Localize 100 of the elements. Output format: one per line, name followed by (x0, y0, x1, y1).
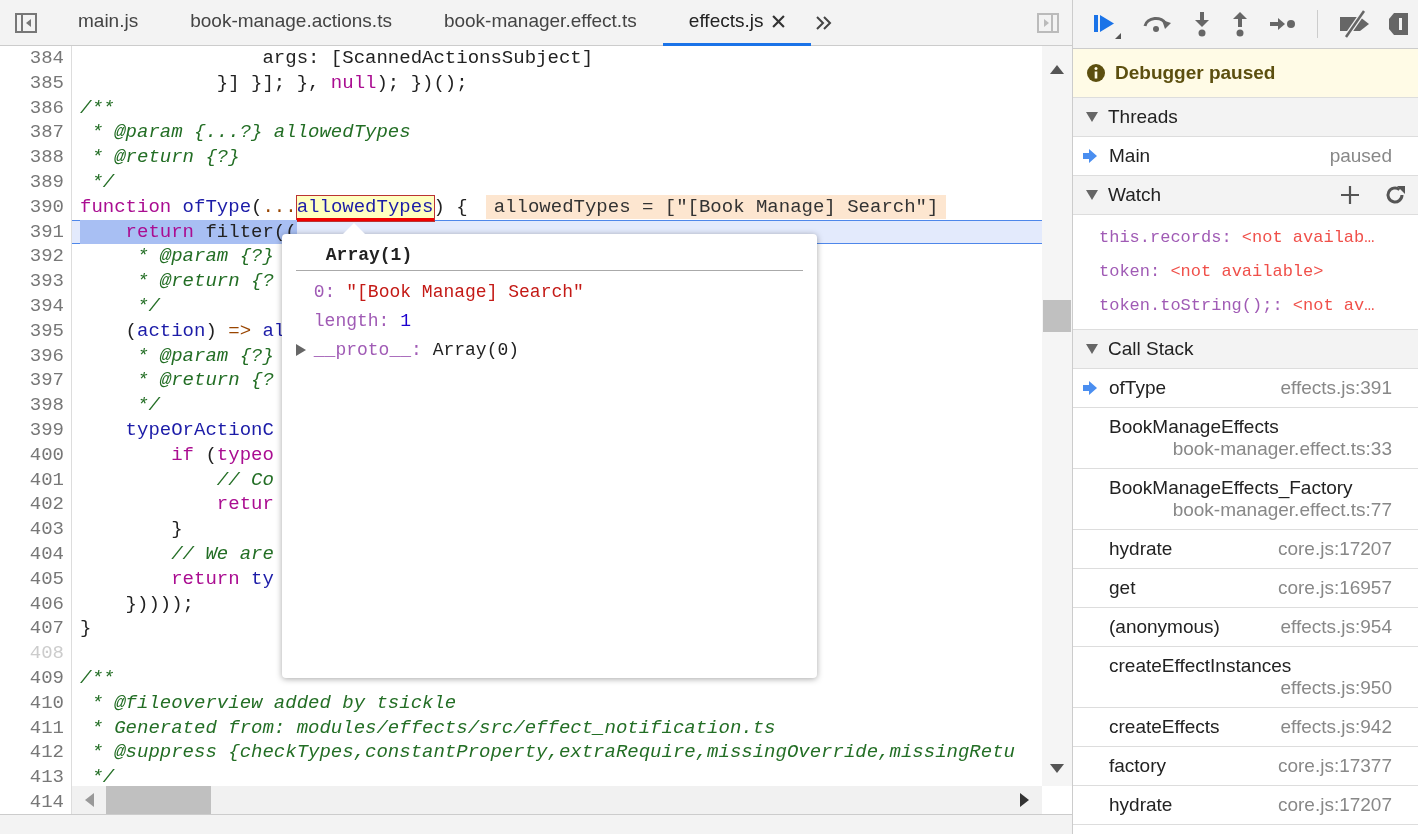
property-entry: 0: "[Book Manage] Search" (313, 281, 584, 302)
stack-frame-name[interactable]: factory (1109, 755, 1167, 777)
stack-frame-name[interactable]: hydrate (1109, 538, 1173, 560)
line-number: 405 (28, 566, 65, 592)
code-line: })))); (124, 591, 195, 617)
line-number: 404 (28, 541, 65, 567)
code-line: */ (90, 765, 115, 786)
watch-expression[interactable]: token.toString();: <not av… (1073, 289, 1418, 323)
file-tab[interactable]: main.js (52, 0, 165, 46)
code-line: * @return {?} (90, 145, 240, 170)
property-entry: __proto__: Array(0) (313, 339, 520, 360)
section-header[interactable]: Call Stack (1073, 330, 1418, 369)
line-number: 409 (28, 665, 65, 691)
stack-frame-name[interactable]: get (1109, 577, 1136, 599)
stack-frame-location[interactable]: core.js:17207 (1253, 794, 1392, 816)
line-number: 386 (28, 95, 65, 121)
stack-frame-location[interactable]: core.js:17377 (1253, 755, 1392, 777)
scroll-down-icon[interactable] (1050, 764, 1064, 774)
toggle-navigator-icon[interactable] (14, 10, 38, 35)
step-out-icon[interactable] (1231, 11, 1249, 37)
add-icon[interactable] (1340, 185, 1360, 205)
line-number: 384 (28, 46, 65, 71)
code-line: } (170, 517, 183, 542)
code-line: /** (80, 665, 115, 691)
code-line: /** (80, 95, 115, 121)
line-number: 398 (28, 393, 65, 418)
line-number: 387 (28, 120, 65, 146)
line-number: 400 (28, 442, 65, 468)
line-number: 411 (28, 715, 65, 741)
line-number: 392 (28, 244, 65, 270)
line-number: 399 (28, 417, 65, 443)
stack-frame-name[interactable]: (anonymous) (1109, 616, 1220, 638)
stack-frame-name[interactable]: hydrate (1109, 794, 1173, 816)
toggle-debugger-icon[interactable] (1036, 10, 1060, 35)
stack-frame-location[interactable]: effects.js:942 (1256, 716, 1392, 738)
line-number: 393 (28, 269, 65, 294)
line-number: 413 (28, 765, 65, 790)
popover-title: Array(1) (324, 244, 414, 267)
paused-message: Debugger paused (1115, 62, 1276, 84)
code-line: }] }]; }, null); })(); (215, 70, 468, 96)
code-line: if (typeo (170, 442, 274, 468)
line-number: 388 (28, 145, 65, 170)
scroll-right-icon[interactable] (1020, 793, 1030, 807)
line-number: 395 (28, 318, 65, 344)
line-number: 391 (28, 219, 65, 245)
code-line: } (80, 616, 92, 642)
property-entry: length: 1 (313, 310, 412, 331)
code-line: */ (136, 293, 160, 319)
section-header[interactable]: Watch (1073, 176, 1418, 215)
expand-icon[interactable] (1086, 112, 1098, 122)
scrollbar-thumb[interactable] (106, 786, 211, 814)
more-tabs-icon[interactable] (814, 14, 833, 31)
code-line: typeOrActionC (124, 417, 274, 443)
expand-icon[interactable] (295, 343, 306, 356)
line-number: 397 (28, 368, 65, 394)
inline-value: allowedTypes = ["[Book Manage] Search"] (485, 195, 947, 220)
code-line: * @suppress {checkTypes,constantProperty,extraRequire,missingOverride,missingRetu (90, 740, 1015, 766)
stack-frame-location[interactable]: effects.js:954 (1256, 616, 1392, 638)
stack-frame-name[interactable]: BookManageEffects_Factory (1109, 477, 1353, 499)
line-number: 385 (28, 70, 65, 96)
code-line: * @param {...?} allowedTypes (90, 120, 411, 146)
line-number: 406 (28, 591, 65, 617)
code-line: * Generated from: modules/effects/src/effect_notification.ts (90, 715, 776, 741)
step-icon[interactable] (1269, 16, 1297, 32)
file-tab[interactable]: book-manager.effect.ts (417, 0, 663, 46)
close-icon[interactable] (771, 14, 785, 28)
code-line: // Co (215, 467, 274, 493)
line-number: 412 (28, 740, 65, 766)
expand-icon[interactable] (1086, 190, 1098, 200)
stack-frame-name[interactable]: createEffects (1109, 716, 1220, 738)
scrollbar-thumb[interactable] (1043, 300, 1071, 332)
code-line: * @param {?} (136, 244, 274, 270)
section-header[interactable]: Threads (1073, 98, 1418, 137)
stack-frame-location[interactable]: effects.js:950 (1256, 677, 1392, 699)
code-line: function ofType(...allowedTypes) { (80, 194, 468, 220)
stack-frame-location[interactable]: book-manager.effect.ts:77 (1148, 499, 1392, 521)
line-number: 396 (28, 343, 65, 369)
code-line: args: [ScannedActionsSubject] (261, 46, 594, 71)
code-line: // We are (170, 541, 274, 567)
expand-icon[interactable] (1086, 344, 1098, 354)
refresh-icon[interactable] (1384, 184, 1406, 206)
watch-expression[interactable]: this.records: <not availab… (1073, 221, 1418, 255)
watch-expression[interactable]: token: <not available> (1073, 255, 1418, 289)
line-number: 410 (28, 690, 65, 716)
stack-frame-location[interactable]: effects.js:391 (1256, 377, 1392, 399)
code-line: return ty (170, 566, 274, 592)
code-line: */ (136, 393, 160, 418)
scroll-up-icon[interactable] (1050, 64, 1064, 74)
file-tab[interactable]: book-manage.actions.ts (164, 0, 418, 46)
stack-frame-name[interactable]: createEffectInstances (1109, 655, 1292, 677)
stack-frame-name[interactable]: ofType (1109, 377, 1167, 399)
code-line: */ (90, 170, 115, 195)
step-into-icon[interactable] (1193, 11, 1211, 37)
stack-frame-location[interactable]: core.js:16957 (1253, 577, 1392, 599)
code-line: * @return {? (136, 269, 274, 294)
stack-frame-location[interactable]: core.js:17207 (1253, 538, 1392, 560)
line-number: 402 (28, 492, 65, 518)
stack-frame-location[interactable]: book-manager.effect.ts:33 (1148, 438, 1392, 460)
code-line: * @param {?} (136, 343, 274, 369)
stack-frame-name[interactable]: BookManageEffects (1109, 416, 1279, 438)
